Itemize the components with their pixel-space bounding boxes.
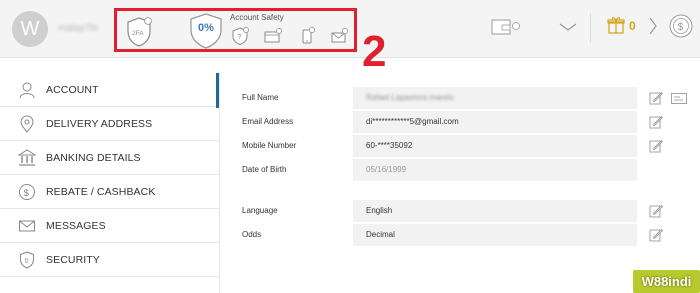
full-name-value: Rafael Lapastora marelo: [366, 93, 454, 102]
wallet-icon[interactable]: [491, 17, 521, 37]
email-verify-icon[interactable]: [329, 26, 349, 46]
mobile-label: Mobile Number: [242, 141, 297, 150]
language-row: Language English: [0, 200, 700, 222]
safety-percent: 0%: [198, 22, 214, 34]
mobile-row: Mobile Number 60-****35092: [0, 135, 700, 157]
header-divider: [590, 14, 591, 42]
gift-count: 0: [629, 19, 636, 33]
full-name-row: Full Name Rafael Lapastora marelo: [0, 87, 700, 109]
top-header: W malay7fe 2FA 0% Account Safety ? 2 0 $: [0, 0, 700, 74]
dob-label: Date of Birth: [242, 165, 287, 174]
sidebar-item-label: SECURITY: [46, 254, 100, 266]
language-field: [353, 200, 637, 222]
email-value: di************5@gmail.com: [366, 117, 459, 126]
language-label: Language: [242, 206, 278, 215]
two-factor-label: 2FA: [132, 30, 144, 37]
chevron-down-icon[interactable]: [558, 21, 578, 33]
edit-email-icon[interactable]: [649, 115, 663, 129]
edit-language-icon[interactable]: [649, 204, 663, 218]
edit-odds-icon[interactable]: [649, 228, 663, 242]
email-row: Email Address di************5@gmail.com: [0, 111, 700, 133]
dollar-coin-icon: $: [19, 184, 35, 200]
security-question-icon[interactable]: ?: [230, 26, 250, 46]
edit-mobile-icon[interactable]: [649, 139, 663, 153]
avatar[interactable]: W: [12, 11, 48, 47]
dob-row: Date of Birth 05/16/1999: [0, 159, 700, 181]
watermark-logo: W88indi: [633, 270, 700, 293]
sidebar-item-label: REBATE / CASHBACK: [46, 186, 156, 198]
account-safety-title: Account Safety: [230, 13, 284, 22]
wallet-verify-icon[interactable]: [262, 26, 282, 46]
svg-text:?: ?: [238, 34, 242, 41]
edit-full-name-icon[interactable]: [649, 91, 663, 105]
full-name-label: Full Name: [242, 93, 279, 102]
rebate-coin-icon[interactable]: $: [668, 13, 694, 39]
odds-value: Decimal: [366, 230, 395, 239]
sidebar-item-security[interactable]: 0 SECURITY: [0, 243, 219, 277]
gift-icon[interactable]: [607, 15, 625, 35]
id-card-icon[interactable]: [671, 93, 687, 104]
email-label: Email Address: [242, 117, 294, 126]
account-safety-panel: 2FA 0% Account Safety ?: [114, 8, 357, 52]
svg-text:0: 0: [25, 258, 29, 265]
dob-value: 05/16/1999: [366, 165, 407, 174]
shield-icon: 0: [20, 251, 34, 269]
language-value: English: [366, 206, 393, 215]
username: malay7fe: [58, 23, 99, 34]
svg-text:$: $: [24, 188, 29, 198]
annotation-number: 2: [362, 27, 387, 76]
odds-field: [353, 224, 637, 246]
mobile-value: 60-****35092: [366, 141, 413, 150]
odds-row: Odds Decimal: [0, 224, 700, 246]
svg-text:$: $: [678, 22, 684, 33]
two-factor-shield-icon[interactable]: 2FA: [126, 17, 152, 47]
odds-label: Odds: [242, 230, 262, 239]
chevron-right-icon[interactable]: [648, 16, 658, 36]
mobile-verify-icon[interactable]: [297, 26, 317, 46]
